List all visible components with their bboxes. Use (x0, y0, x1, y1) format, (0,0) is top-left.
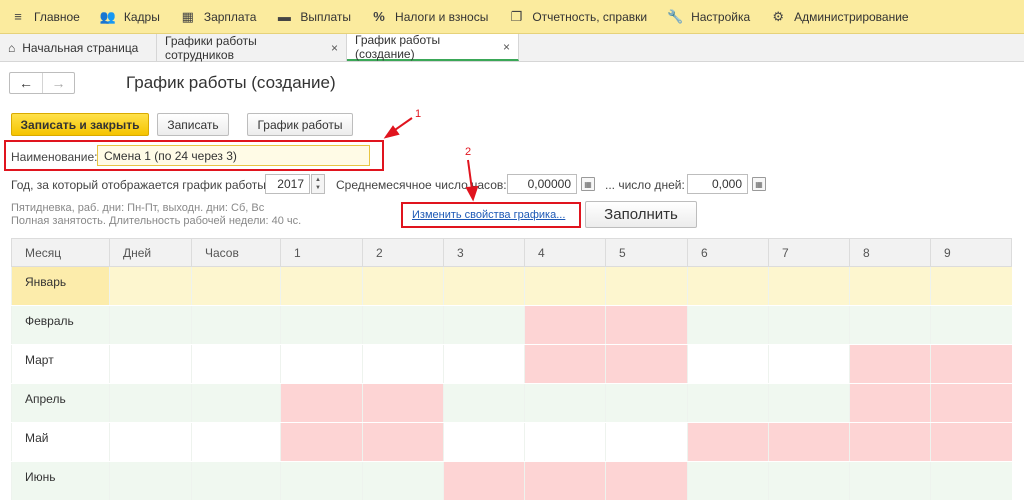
day-cell[interactable] (443, 305, 525, 345)
schedule-grid: Месяц Дней Часов 1 2 3 4 5 6 7 8 9 Январь Февраль Мар… (11, 238, 1024, 503)
day-cell[interactable] (687, 305, 769, 345)
hours-cell[interactable] (191, 461, 281, 501)
hours-cell[interactable] (191, 422, 281, 462)
day-cell[interactable] (930, 344, 1012, 384)
annotation-label-1: 1 (415, 108, 422, 120)
month-cell[interactable]: Апрель (11, 383, 110, 423)
days-cell[interactable] (109, 344, 192, 384)
column-header[interactable]: Дней (109, 238, 192, 267)
table-row[interactable]: Апрель (11, 383, 1012, 423)
day-cell[interactable] (443, 383, 525, 423)
days-cell[interactable] (109, 383, 192, 423)
day-cell[interactable] (768, 422, 850, 462)
day-cell[interactable] (524, 461, 606, 501)
day-cell[interactable] (362, 422, 444, 462)
day-cell[interactable] (362, 383, 444, 423)
table-row[interactable]: Март (11, 344, 1012, 384)
arrow-2-icon (467, 159, 473, 191)
hours-cell[interactable] (191, 266, 281, 306)
column-header[interactable]: Часов (191, 238, 281, 267)
day-cell[interactable] (930, 383, 1012, 423)
day-cell[interactable] (605, 461, 688, 501)
month-cell[interactable]: Июнь (11, 461, 110, 501)
days-cell[interactable] (109, 305, 192, 345)
column-header[interactable]: 6 (687, 238, 769, 267)
day-cell[interactable] (280, 305, 363, 345)
table-row[interactable]: Февраль (11, 305, 1012, 345)
day-cell[interactable] (362, 461, 444, 501)
day-cell[interactable] (930, 266, 1012, 306)
column-header[interactable]: 8 (849, 238, 931, 267)
day-cell[interactable] (930, 305, 1012, 345)
day-cell[interactable] (768, 461, 850, 501)
days-cell[interactable] (109, 422, 192, 462)
hours-cell[interactable] (191, 383, 281, 423)
day-cell[interactable] (849, 305, 931, 345)
table-row[interactable]: Июнь (11, 461, 1012, 501)
day-cell[interactable] (443, 461, 525, 501)
day-cell[interactable] (687, 461, 769, 501)
day-cell[interactable] (443, 344, 525, 384)
day-cell[interactable] (687, 266, 769, 306)
day-cell[interactable] (443, 422, 525, 462)
day-cell[interactable] (687, 344, 769, 384)
column-header[interactable]: 3 (443, 238, 525, 267)
day-cell[interactable] (849, 266, 931, 306)
arrow-2-head-icon (465, 185, 479, 202)
column-header[interactable]: 5 (605, 238, 688, 267)
column-header[interactable]: 9 (930, 238, 1012, 267)
day-cell[interactable] (605, 383, 688, 423)
days-cell[interactable] (109, 461, 192, 501)
day-cell[interactable] (362, 266, 444, 306)
month-cell[interactable]: Май (11, 422, 110, 462)
day-cell[interactable] (280, 422, 363, 462)
day-cell[interactable] (849, 383, 931, 423)
table-row[interactable]: Январь (11, 266, 1012, 306)
annotation-label-2: 2 (465, 146, 472, 158)
day-cell[interactable] (930, 422, 1012, 462)
day-cell[interactable] (768, 305, 850, 345)
day-cell[interactable] (849, 344, 931, 384)
day-cell[interactable] (605, 422, 688, 462)
day-cell[interactable] (524, 266, 606, 306)
day-cell[interactable] (687, 383, 769, 423)
column-header[interactable]: Месяц (11, 238, 110, 267)
day-cell[interactable] (605, 305, 688, 345)
column-header[interactable]: 1 (280, 238, 363, 267)
day-cell[interactable] (280, 461, 363, 501)
day-cell[interactable] (605, 266, 688, 306)
day-cell[interactable] (524, 422, 606, 462)
day-cell[interactable] (768, 383, 850, 423)
column-header[interactable]: 7 (768, 238, 850, 267)
day-cell[interactable] (362, 305, 444, 345)
day-cell[interactable] (768, 344, 850, 384)
day-cell[interactable] (849, 461, 931, 501)
day-cell[interactable] (930, 461, 1012, 501)
day-cell[interactable] (605, 344, 688, 384)
month-cell[interactable]: Март (11, 344, 110, 384)
day-cell[interactable] (524, 383, 606, 423)
hours-cell[interactable] (191, 305, 281, 345)
day-cell[interactable] (280, 344, 363, 384)
column-header[interactable]: 4 (524, 238, 606, 267)
hours-cell[interactable] (191, 344, 281, 384)
day-cell[interactable] (524, 305, 606, 345)
table-row[interactable]: Май (11, 422, 1012, 462)
month-cell[interactable]: Январь (11, 266, 110, 306)
day-cell[interactable] (443, 266, 525, 306)
day-cell[interactable] (280, 266, 363, 306)
day-cell[interactable] (524, 344, 606, 384)
day-cell[interactable] (280, 383, 363, 423)
days-cell[interactable] (109, 266, 192, 306)
day-cell[interactable] (362, 344, 444, 384)
day-cell[interactable] (768, 266, 850, 306)
column-header[interactable]: 2 (362, 238, 444, 267)
day-cell[interactable] (687, 422, 769, 462)
day-cell[interactable] (849, 422, 931, 462)
month-cell[interactable]: Февраль (11, 305, 110, 345)
